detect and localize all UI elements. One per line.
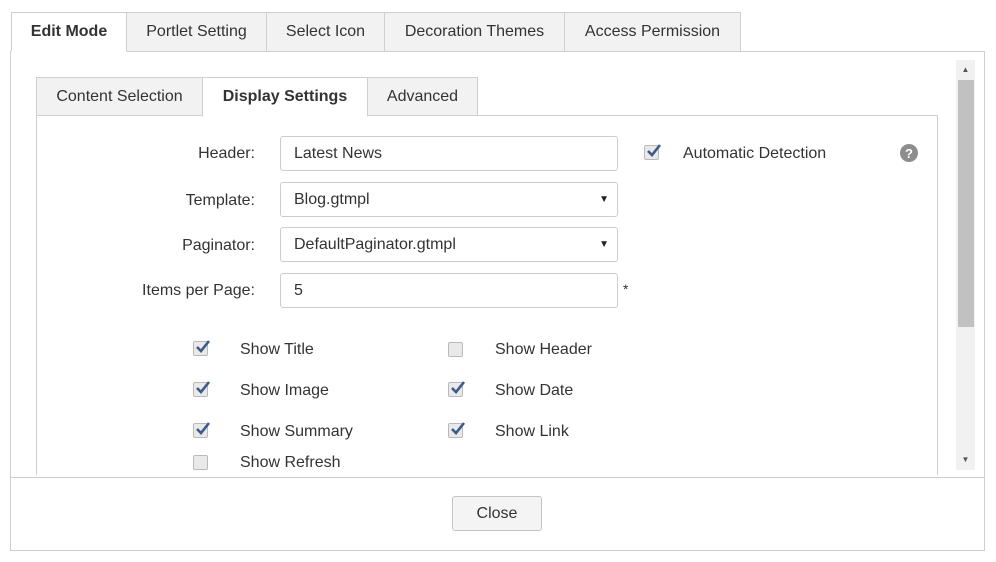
show-date-label: Show Date [495,382,574,399]
show-summary-checkbox[interactable] [193,422,211,438]
tab-access-permission[interactable]: Access Permission [564,12,741,52]
close-button[interactable]: Close [452,496,542,531]
checkmark-icon [451,381,466,394]
tab-display-settings[interactable]: Display Settings [202,77,368,117]
paginator-select[interactable]: DefaultPaginator.gtmpl ▼ [280,227,618,262]
show-header-label: Show Header [495,341,592,358]
show-link-label: Show Link [495,423,569,440]
footer-divider [11,477,984,478]
items-per-page-label: Items per Page: [142,282,255,299]
checkmark-icon [451,422,466,435]
show-title-checkbox[interactable] [193,340,211,356]
help-icon[interactable]: ? [900,144,918,162]
dropdown-arrow-icon: ▼ [599,194,609,205]
tab-portlet-setting[interactable]: Portlet Setting [126,12,267,52]
show-refresh-label: Show Refresh [240,454,341,471]
template-select[interactable]: Blog.gtmpl ▼ [280,182,618,217]
header-input[interactable] [280,136,618,171]
checkmark-icon [196,381,211,394]
tab-content-selection[interactable]: Content Selection [36,77,203,117]
scroll-up-icon[interactable]: ▲ [956,61,975,77]
paginator-select-value: DefaultPaginator.gtmpl [294,235,456,253]
header-label: Header: [198,145,255,162]
tab-decoration-themes[interactable]: Decoration Themes [384,12,565,52]
show-image-checkbox[interactable] [193,381,211,397]
tab-edit-mode[interactable]: Edit Mode [11,12,127,52]
show-image-label: Show Image [240,382,329,399]
checkmark-icon [196,422,211,435]
show-title-label: Show Title [240,341,314,358]
template-select-value: Blog.gtmpl [294,190,370,208]
show-summary-label: Show Summary [240,423,353,440]
show-header-checkbox[interactable] [448,342,463,357]
checkmark-icon [647,144,662,157]
required-marker: * [623,281,629,297]
automatic-detection-label: Automatic Detection [683,145,827,162]
template-label: Template: [185,192,255,209]
paginator-label: Paginator: [182,237,255,254]
scrollbar-thumb[interactable] [958,80,974,327]
dropdown-arrow-icon: ▼ [599,239,609,250]
checkmark-icon [196,340,211,353]
show-refresh-checkbox[interactable] [193,455,208,470]
show-link-checkbox[interactable] [448,422,466,438]
tab-select-icon[interactable]: Select Icon [266,12,385,52]
automatic-detection-checkbox[interactable] [644,144,662,160]
scroll-down-icon[interactable]: ▼ [956,451,975,467]
tab-advanced[interactable]: Advanced [367,77,478,117]
items-per-page-input[interactable] [280,273,618,308]
show-date-checkbox[interactable] [448,381,466,397]
